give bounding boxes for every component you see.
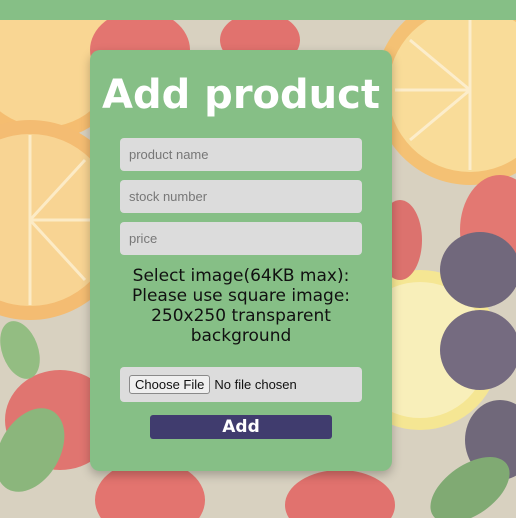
stock-number-input[interactable] bbox=[120, 180, 362, 213]
top-bar bbox=[0, 0, 516, 20]
page-title: Add product bbox=[102, 72, 380, 118]
choose-file-button[interactable]: Choose File bbox=[129, 375, 211, 394]
image-instructions: Select image(64KB max): Please use squar… bbox=[100, 266, 382, 346]
add-product-card: Add product Select image(64KB max): Plea… bbox=[90, 50, 392, 471]
price-input[interactable] bbox=[120, 222, 362, 255]
instruction-line: Select image(64KB max): bbox=[132, 266, 350, 286]
instruction-line: 250x250 transparent bbox=[151, 306, 331, 326]
instruction-line: background bbox=[190, 326, 292, 346]
add-button[interactable]: Add bbox=[150, 415, 332, 439]
file-status-text: No file chosen bbox=[214, 377, 297, 392]
product-name-input[interactable] bbox=[120, 138, 362, 171]
file-input[interactable]: Choose File No file chosen bbox=[120, 367, 362, 402]
instruction-line: Please use square image: bbox=[131, 286, 351, 306]
